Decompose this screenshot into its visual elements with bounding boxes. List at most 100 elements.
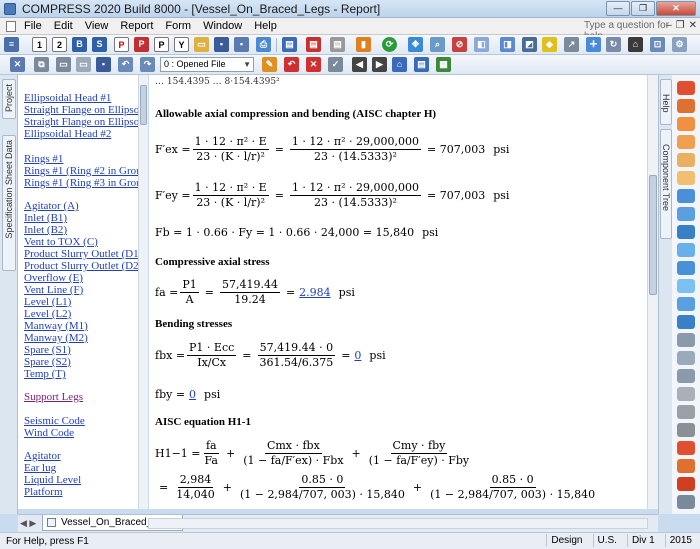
arrow-icon[interactable]: ↗ — [564, 37, 579, 52]
horizontal-scrollbar[interactable] — [148, 518, 648, 529]
status-division[interactable]: Div 1 — [626, 534, 659, 547]
menu-edit[interactable]: Edit — [54, 20, 73, 32]
axis-icon[interactable]: ✛ — [586, 37, 601, 52]
palette-misc-icon[interactable] — [677, 495, 695, 509]
calculator-icon[interactable]: ▦ — [436, 57, 451, 72]
print-icon[interactable]: ⎙ — [256, 37, 271, 52]
menu-view[interactable]: View — [85, 20, 109, 32]
mdi-close-button[interactable]: ✕ — [689, 20, 697, 31]
nav-link[interactable]: Manway (M2) — [24, 332, 88, 344]
palette-ring-icon[interactable] — [677, 207, 695, 221]
close-button[interactable]: ✕ — [656, 1, 696, 16]
form-icon[interactable]: ▭ — [76, 57, 91, 72]
minimize-button[interactable]: — — [606, 1, 630, 16]
nav-link[interactable]: Straight Flange on Ellipsoidal Head #1 — [24, 104, 147, 116]
nav-link[interactable]: Inlet (B1) — [24, 212, 67, 224]
form-1-icon[interactable]: 1 — [32, 37, 47, 52]
form-p-icon[interactable]: P — [154, 37, 169, 52]
pdf-icon-2[interactable]: P — [134, 37, 149, 52]
nav-link[interactable]: Ellipsoidal Head #2 — [24, 128, 111, 140]
chevron-down-icon[interactable]: ▼ — [243, 58, 251, 71]
cancel-icon[interactable]: ⊘ — [452, 37, 467, 52]
nav-link[interactable]: Rings #1 (Ring #2 in Group) — [24, 165, 147, 177]
palette-clip-icon[interactable] — [677, 261, 695, 275]
menu-report[interactable]: Report — [120, 20, 153, 32]
save-small-icon[interactable]: ▪ — [96, 57, 111, 72]
save-all-icon[interactable]: ▪ — [234, 37, 249, 52]
form-s-icon[interactable]: S — [92, 37, 107, 52]
palette-weight-icon[interactable] — [677, 441, 695, 455]
rotate-icon[interactable]: ↻ — [606, 37, 621, 52]
nav-link[interactable]: Level (L1) — [24, 296, 71, 308]
paste-icon[interactable]: ▭ — [56, 57, 71, 72]
palette-tray-icon[interactable] — [677, 387, 695, 401]
nav-link[interactable]: Liquid Level — [24, 474, 81, 486]
vessel-3d-icon[interactable]: ⌂ — [628, 37, 643, 52]
report-scrollbar-thumb[interactable] — [649, 175, 657, 295]
nav-link[interactable]: Ear lug — [24, 462, 56, 474]
tab-component-tree[interactable]: Component Tree — [660, 129, 672, 239]
run-icon[interactable]: ⟳ — [382, 37, 397, 52]
check-icon[interactable]: ✓ — [328, 57, 343, 72]
nav-link[interactable]: Agitator — [24, 450, 61, 462]
nav-link[interactable]: Temp (T) — [24, 368, 66, 380]
nav-link[interactable]: Level (L2) — [24, 308, 71, 320]
palette-flange-icon[interactable] — [677, 135, 695, 149]
move-icon[interactable]: ✥ — [408, 37, 423, 52]
nav-link[interactable]: Ellipsoidal Head #1 — [24, 92, 111, 104]
pdf-export-icon[interactable]: ▤ — [306, 37, 321, 52]
nav-link[interactable]: Seismic Code — [24, 415, 85, 427]
palette-liquid-icon[interactable] — [677, 405, 695, 419]
mdi-restore-button[interactable]: ❐ — [676, 20, 685, 31]
back-arrow-icon[interactable]: ◀ — [352, 57, 367, 72]
palette-lifting-icon[interactable] — [677, 477, 695, 491]
fbx-result-link[interactable]: 0 — [354, 349, 361, 362]
redo-icon[interactable]: ↷ — [140, 57, 155, 72]
nav-link[interactable]: Platform — [24, 486, 63, 498]
tab-help[interactable]: Help — [660, 79, 672, 125]
palette-body-flange-icon[interactable] — [677, 153, 695, 167]
palette-legs-icon[interactable] — [677, 315, 695, 329]
nav-scrollbar-thumb[interactable] — [140, 85, 147, 125]
save-all-small-icon[interactable]: ▤ — [414, 57, 429, 72]
status-mode[interactable]: Design — [546, 534, 586, 547]
pdf-icon-1[interactable]: P — [114, 37, 129, 52]
document-export-icon[interactable]: ▤ — [330, 37, 345, 52]
pencil-icon[interactable]: ✎ — [262, 57, 277, 72]
form-b-icon[interactable]: B — [72, 37, 87, 52]
view-icon-1[interactable]: ◧ — [474, 37, 489, 52]
document-icon[interactable] — [6, 21, 16, 32]
open-folder-icon[interactable]: ▭ — [194, 37, 209, 52]
tab-project[interactable]: Project — [2, 79, 16, 119]
report-scrollbar[interactable] — [647, 75, 658, 509]
fa-result-link[interactable]: 2.984 — [299, 286, 331, 299]
menu-help[interactable]: Help — [254, 20, 277, 32]
status-code-year[interactable]: 2015 — [664, 534, 696, 547]
tools-icon[interactable]: ✕ — [10, 57, 25, 72]
palette-saddle-icon[interactable] — [677, 171, 695, 185]
menu-file[interactable]: File — [24, 20, 42, 32]
nav-link[interactable]: Spare (S1) — [24, 344, 71, 356]
form-y-icon[interactable]: Y — [174, 37, 189, 52]
nav-link[interactable]: Product Slurry Outlet (D2) — [24, 260, 142, 272]
zoom-icon[interactable]: ⌕ — [430, 37, 445, 52]
file-select[interactable]: 0 : Opened File ▼ — [160, 57, 254, 72]
palette-packed-bed-icon[interactable] — [677, 369, 695, 383]
nav-link[interactable]: Straight Flange on Ellipsoidal Head #2 — [24, 116, 147, 128]
settings-icon[interactable]: ⚙ — [672, 37, 687, 52]
view-icon-3[interactable]: ◩ — [522, 37, 537, 52]
nav-link[interactable]: Spare (S2) — [24, 356, 71, 368]
form-2-icon[interactable]: 2 — [52, 37, 67, 52]
vessel-view-icon[interactable]: ⊡ — [650, 37, 665, 52]
nav-link[interactable]: Wind Code — [24, 427, 74, 439]
key-icon[interactable]: ◆ — [542, 37, 557, 52]
maximize-button[interactable]: ❐ — [631, 1, 655, 16]
fby-result-link[interactable]: 0 — [189, 388, 196, 401]
nav-link[interactable]: Support Legs — [24, 391, 83, 403]
undo-icon[interactable]: ↶ — [118, 57, 133, 72]
tab-scroll-arrows-icon[interactable]: ◀ ▶ — [20, 518, 36, 529]
undo-red-icon[interactable]: ↶ — [284, 57, 299, 72]
palette-insulation-icon[interactable] — [677, 351, 695, 365]
menu-icon[interactable]: ≡ — [4, 37, 19, 52]
save-icon[interactable]: ▪ — [214, 37, 229, 52]
